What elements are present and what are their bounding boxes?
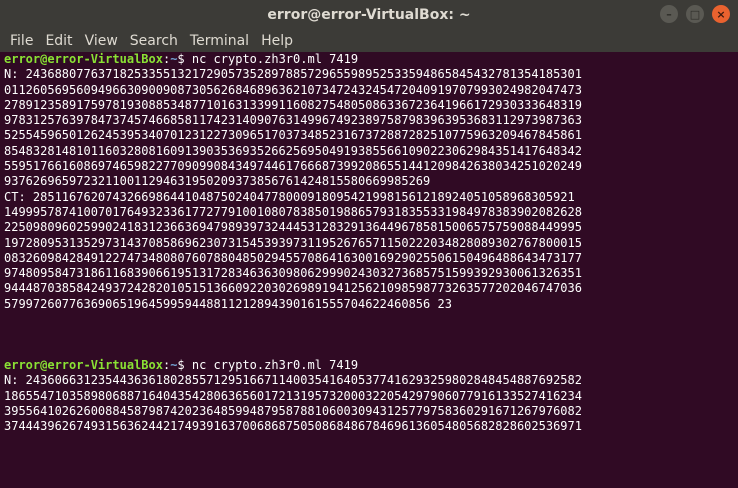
output-line: 3955641026260088458798742023648599487958…	[4, 403, 582, 418]
output-line: 5255459650126245395340701231227309651703…	[4, 128, 582, 143]
menu-help[interactable]: Help	[255, 33, 299, 49]
menu-edit[interactable]: Edit	[39, 33, 78, 49]
title-bar[interactable]: error@error-VirtualBox: ~ – □ ×	[0, 0, 738, 30]
prompt-symbol: $	[177, 52, 192, 66]
output-line: 8548328148101160328081609139035369352662…	[4, 143, 582, 158]
output-line: 9444870385842493724282010515136609220302…	[4, 281, 582, 296]
output-line: 9783125763978473745746685811742314090763…	[4, 113, 582, 128]
output-line: CT: 285116762074326698644104875024047780…	[4, 189, 575, 204]
menu-search[interactable]: Search	[124, 33, 184, 49]
menu-file[interactable]: File	[4, 33, 39, 49]
prompt-line: error@error-VirtualBox:~$ nc crypto.zh3r…	[4, 358, 734, 373]
output-line: 0832609842849122747348080760788048502945…	[4, 250, 582, 265]
maximize-button[interactable]: □	[686, 5, 704, 23]
output-line: 1972809531352973143708586962307315453939…	[4, 235, 582, 250]
menu-view[interactable]: View	[79, 33, 124, 49]
output-line: 5595176616086974659822770909908434974461…	[4, 159, 582, 174]
terminal-output[interactable]: error@error-VirtualBox:~$ nc crypto.zh3r…	[0, 52, 738, 488]
output-line: 0112605695609496630900908730562684689636…	[4, 82, 582, 97]
output-line: 2789123589175978193088534877101631339911…	[4, 97, 582, 112]
prompt-symbol: $	[177, 357, 192, 372]
command-text: nc crypto.zh3r0.ml 7419	[191, 52, 359, 66]
output-line: N: 2436066312354436361802855712951667114…	[4, 373, 582, 388]
window-controls: – □ ×	[660, 5, 730, 23]
menu-bar: File Edit View Search Terminal Help	[0, 30, 738, 52]
command-text: nc crypto.zh3r0.ml 7419	[191, 357, 359, 372]
terminal-window: error@error-VirtualBox: ~ – □ × File Edi…	[0, 0, 738, 488]
close-button[interactable]: ×	[712, 5, 730, 23]
prompt-line: error@error-VirtualBox:~$ nc crypto.zh3r…	[4, 52, 734, 67]
prompt-user: error@error-VirtualBox	[4, 52, 163, 66]
output-line: 9376269659723211001129463195020937385676…	[4, 174, 431, 189]
output-line: 2250980960259902418312366369479893973244…	[4, 220, 582, 235]
output-line: 9748095847318611683906619513172834636309…	[4, 266, 582, 281]
output-line: 1865547103589806887164043542806365601721…	[4, 388, 582, 403]
window-title: error@error-VirtualBox: ~	[267, 7, 471, 23]
minimize-button[interactable]: –	[660, 5, 678, 23]
output-line: 3744439626749315636244217493916370068687…	[4, 419, 582, 434]
prompt-user: error@error-VirtualBox	[4, 357, 163, 372]
output-line: N: 2436880776371825335513217290573528978…	[4, 67, 582, 82]
menu-terminal[interactable]: Terminal	[184, 33, 255, 49]
output-line: 5799726077636906519645995944881121289439…	[4, 296, 452, 311]
output-line: 1499957874100701764932336177277910010807…	[4, 204, 582, 219]
